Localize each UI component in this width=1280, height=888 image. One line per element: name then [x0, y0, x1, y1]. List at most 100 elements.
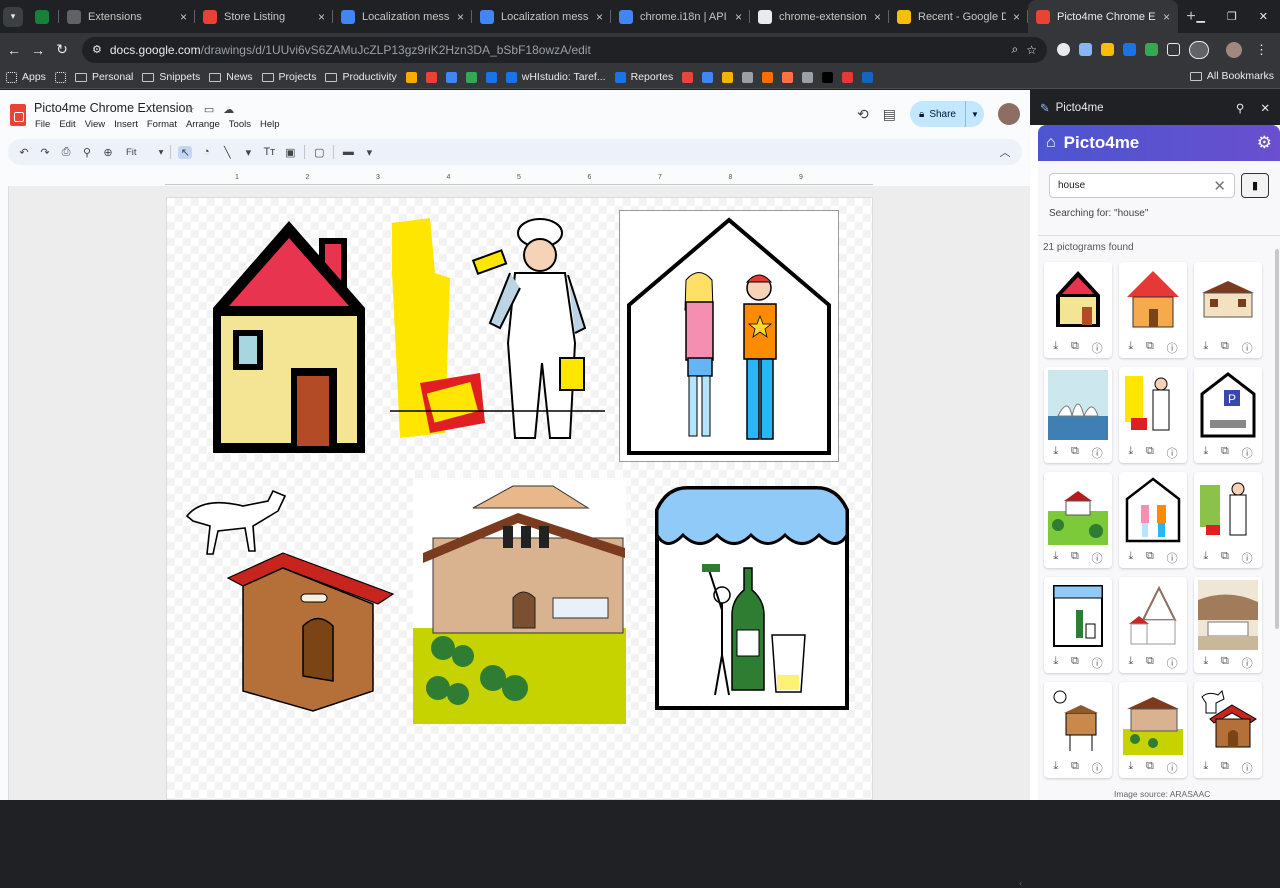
- url-text[interactable]: docs.google.com/drawings/d/1UUvi6vS6ZAMu…: [110, 43, 1004, 57]
- line-dropdown-icon[interactable]: ▾: [241, 146, 255, 159]
- bookmark-item[interactable]: [842, 71, 854, 83]
- pictogram-card-farmhouse[interactable]: ⤓ ⧉ ⓘ: [1044, 472, 1112, 568]
- all-bookmarks[interactable]: All Bookmarks: [1189, 70, 1274, 82]
- tab-drive[interactable]: Recent - Google Drive ×: [889, 0, 1028, 33]
- shape-tool-icon[interactable]: ◔: [199, 146, 213, 158]
- pictogram-card-doghouse[interactable]: ⤓ ⧉ ⓘ: [1194, 682, 1262, 778]
- pictogram-thumbnail[interactable]: [1198, 475, 1258, 545]
- minimize-icon[interactable]: ▁: [1196, 10, 1204, 23]
- info-icon[interactable]: ⓘ: [1092, 655, 1103, 671]
- bookmark-item[interactable]: [682, 71, 694, 83]
- bookmark-item[interactable]: [722, 71, 734, 83]
- close-tab-icon[interactable]: ×: [596, 10, 603, 24]
- redo-icon[interactable]: ↷: [38, 146, 52, 159]
- pictogram-thumbnail[interactable]: P: [1198, 370, 1258, 440]
- bookmark-item[interactable]: News: [209, 71, 253, 83]
- close-tab-icon[interactable]: ×: [180, 10, 187, 24]
- download-icon[interactable]: ⤓: [1053, 340, 1058, 356]
- comments-icon[interactable]: ▤: [883, 106, 896, 123]
- download-icon[interactable]: ⤓: [1053, 655, 1058, 671]
- picto-shop[interactable]: [647, 480, 857, 712]
- collapse-toolbar-icon[interactable]: ︿: [998, 144, 1012, 160]
- bookmark-item[interactable]: [742, 71, 754, 83]
- close-tab-icon[interactable]: ×: [318, 10, 325, 24]
- bookmark-item[interactable]: [802, 71, 814, 83]
- zoom-tool-icon[interactable]: ⊕: [101, 146, 115, 159]
- extension-icon-3[interactable]: [1101, 43, 1114, 56]
- select-tool-icon[interactable]: ↖: [178, 145, 193, 159]
- tab-drawings[interactable]: Picto4me Chrome Exte ×: [1028, 0, 1178, 33]
- back-icon[interactable]: ←: [2, 42, 26, 58]
- zoom-select[interactable]: Fit ▾: [126, 147, 163, 158]
- profile-avatar[interactable]: [1226, 41, 1242, 58]
- pictogram-card-opera-house[interactable]: ⤓ ⧉ ⓘ: [1044, 367, 1112, 463]
- download-icon[interactable]: ⤓: [1128, 445, 1133, 461]
- download-icon[interactable]: ⤓: [1203, 760, 1208, 776]
- close-window-icon[interactable]: ✕: [1259, 10, 1268, 23]
- menu-dots-icon[interactable]: ⋮: [1255, 42, 1268, 58]
- panel-scrollbar[interactable]: [1274, 241, 1280, 791]
- info-icon[interactable]: ⓘ: [1167, 655, 1178, 671]
- share-dropdown-icon[interactable]: ▼: [966, 110, 984, 119]
- pictogram-thumbnail[interactable]: [1123, 265, 1183, 335]
- tab-chrome[interactable]: Localization message ×: [472, 0, 611, 33]
- menu-arrange[interactable]: Arrange: [186, 119, 220, 130]
- scroll-left-icon[interactable]: ‹: [1019, 878, 1022, 888]
- pictogram-card-building[interactable]: ⤓ ⧉ ⓘ: [1194, 262, 1262, 358]
- pictogram-card-country-house[interactable]: ⤓ ⧉ ⓘ: [1119, 682, 1187, 778]
- drawings-logo-icon[interactable]: [10, 104, 26, 126]
- pictogram-thumbnail[interactable]: [1198, 265, 1258, 335]
- site-info-icon[interactable]: ⚙: [92, 43, 102, 56]
- extension-icon-2[interactable]: [1079, 43, 1092, 56]
- download-icon[interactable]: ⤓: [1203, 655, 1208, 671]
- reload-icon[interactable]: ↻: [50, 41, 74, 58]
- copy-icon[interactable]: ⧉: [1221, 550, 1229, 566]
- star-icon[interactable]: ☆: [185, 103, 195, 116]
- pictogram-card-parking[interactable]: P ⤓ ⧉ ⓘ: [1194, 367, 1262, 463]
- close-tab-icon[interactable]: ×: [1013, 10, 1020, 24]
- pictogram-card-village[interactable]: ⤓ ⧉ ⓘ: [1194, 577, 1262, 673]
- menu-view[interactable]: View: [85, 119, 105, 130]
- input-dropdown-icon[interactable]: ▾: [362, 146, 376, 159]
- bookmark-item[interactable]: [405, 71, 417, 83]
- copy-icon[interactable]: ⧉: [1221, 340, 1229, 356]
- tab-github[interactable]: chrome-extensions-sa ×: [750, 0, 889, 33]
- copy-icon[interactable]: ⧉: [1071, 760, 1079, 776]
- image-icon[interactable]: ▣: [283, 146, 297, 159]
- download-icon[interactable]: ⤓: [1128, 760, 1133, 776]
- download-icon[interactable]: ⤓: [1128, 655, 1133, 671]
- bookmark-item[interactable]: [425, 71, 437, 83]
- pictogram-thumbnail[interactable]: [1198, 580, 1258, 650]
- bookmark-item[interactable]: [54, 71, 66, 83]
- home-icon[interactable]: ⌂: [1046, 134, 1056, 152]
- close-tab-icon[interactable]: ×: [1163, 10, 1170, 24]
- pictogram-thumbnail[interactable]: [1048, 580, 1108, 650]
- info-icon[interactable]: ⓘ: [1242, 340, 1253, 356]
- bookmark-item[interactable]: [782, 71, 794, 83]
- pictogram-thumbnail[interactable]: [1123, 685, 1183, 755]
- pictogram-card-family-home[interactable]: ⤓ ⧉ ⓘ: [1119, 472, 1187, 568]
- copy-icon[interactable]: ⧉: [1146, 760, 1154, 776]
- pictogram-card-house[interactable]: ⤓ ⧉ ⓘ: [1044, 262, 1112, 358]
- bookmark-item[interactable]: [822, 71, 834, 83]
- bookmark-item[interactable]: [862, 71, 874, 83]
- move-folder-icon[interactable]: ▭: [204, 103, 214, 116]
- pictogram-card-henhouse[interactable]: ⤓ ⧉ ⓘ: [1044, 682, 1112, 778]
- comment-add-icon[interactable]: ▢: [312, 146, 326, 159]
- bookmark-item[interactable]: Snippets: [142, 71, 200, 83]
- pictogram-card-painter[interactable]: ⤓ ⧉ ⓘ: [1119, 367, 1187, 463]
- tab-store[interactable]: Store Listing ×: [195, 0, 333, 33]
- pictogram-card-chalet[interactable]: ⤓ ⧉ ⓘ: [1119, 577, 1187, 673]
- picto-house[interactable]: [209, 218, 369, 453]
- print-icon[interactable]: ⎙: [59, 146, 73, 159]
- close-tab-icon[interactable]: ×: [735, 10, 742, 24]
- bookmark-item[interactable]: Projects: [261, 71, 316, 83]
- info-icon[interactable]: ⓘ: [1092, 760, 1103, 776]
- pictogram-thumbnail[interactable]: [1123, 475, 1183, 545]
- copy-icon[interactable]: ⧉: [1071, 340, 1079, 356]
- doc-title[interactable]: Picto4me Chrome Extension: [34, 101, 192, 115]
- bookmark-item[interactable]: wHIstudio: Taref...: [505, 71, 606, 83]
- copy-icon[interactable]: ⧉: [1221, 445, 1229, 461]
- cloud-status-icon[interactable]: ☁: [223, 103, 234, 116]
- address-bar[interactable]: ⚙ docs.google.com/drawings/d/1UUvi6vS6ZA…: [82, 36, 1047, 63]
